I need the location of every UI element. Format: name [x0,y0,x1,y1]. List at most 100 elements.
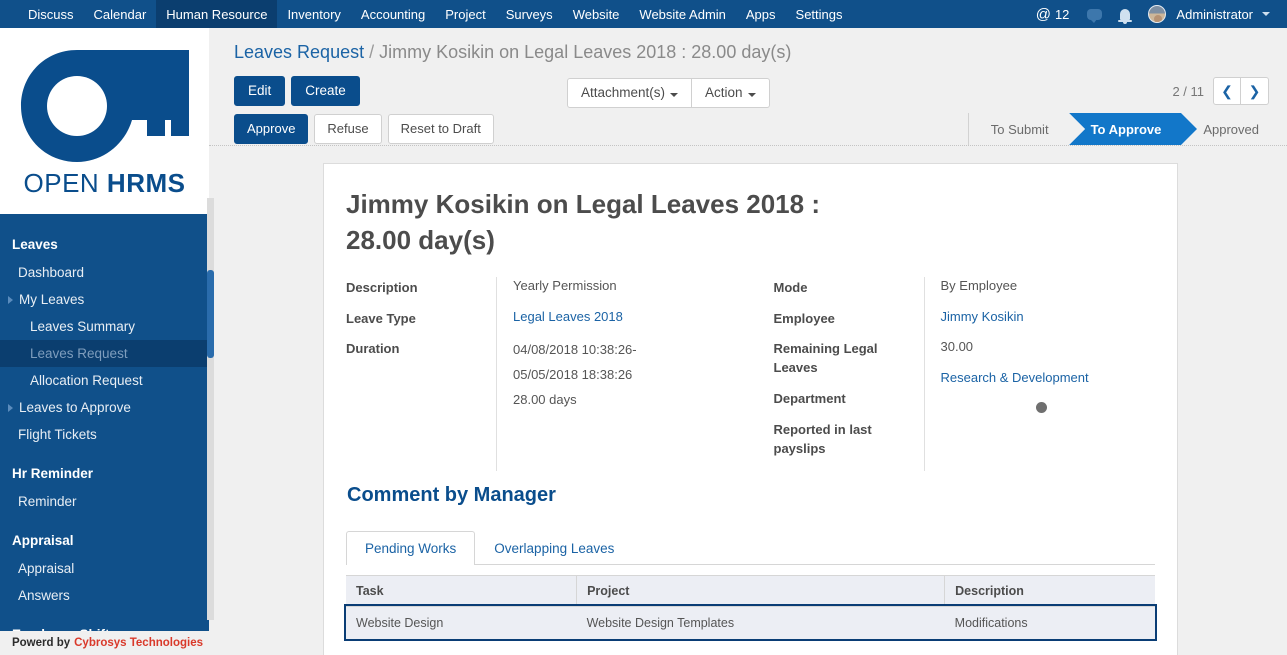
workflow-buttons: Approve Refuse Reset to Draft [234,114,494,144]
user-menu[interactable]: Administrator [1139,5,1279,23]
pager-next-button[interactable]: ❯ [1241,77,1269,105]
nav-item-surveys[interactable]: Surveys [496,0,563,28]
page-title: Jimmy Kosikin on Legal Leaves 2018 : 28.… [346,189,820,256]
activities-button[interactable] [1111,8,1139,24]
tab-overlapping-leaves[interactable]: Overlapping Leaves [475,531,633,565]
status-step-to-submit[interactable]: To Submit [968,113,1085,145]
status-step-to-approve[interactable]: To Approve [1068,113,1198,145]
sidebar-item-dashboard[interactable]: Dashboard [0,259,209,286]
edit-button[interactable]: Edit [234,75,286,107]
table-body: Website Design Website Design Templates … [344,604,1157,641]
pager-previous-button[interactable]: ❮ [1213,77,1241,105]
nav-item-accounting[interactable]: Accounting [351,0,435,28]
sidebar-item-appraisal[interactable]: Appraisal [0,555,209,582]
nav-label: Apps [745,6,776,22]
tab-label: Overlapping Leaves [494,540,615,556]
chevron-down-icon [747,93,756,97]
breadcrumb-parent-link[interactable]: Leaves Request [234,42,364,62]
label-department: Department [773,391,846,407]
pager: 2 / 11 ❮ ❯ [1172,77,1269,105]
key-logo-icon [20,49,189,162]
nav-item-settings[interactable]: Settings [786,0,853,28]
sidebar-item-label: Answers [18,588,70,603]
sidebar-scrollbar-thumb[interactable] [207,270,214,358]
sidebar-item-reminder[interactable]: Reminder [0,488,209,515]
status-pipeline: To Submit To Approve Approved [967,113,1279,145]
sidebar-item-label: My Leaves [19,292,85,307]
avatar [1148,5,1167,23]
control-bar: Edit Create Attachment(s) Action 2 / 11 … [209,69,1287,113]
nav-item-calendar[interactable]: Calendar [84,0,157,28]
sidebar-item-label: Reminder [18,494,77,509]
nav-label: Calendar [93,6,147,22]
value-employee[interactable]: Jimmy Kosikin [941,308,1156,327]
column-header-project[interactable]: Project [576,574,945,607]
sidebar-item-leaves-request[interactable]: Leaves Request [0,340,209,367]
nav-item-human-resource[interactable]: Human Resource [156,0,278,28]
nav-label: Project [445,6,486,22]
column-header-description[interactable]: Description [944,574,1155,607]
nav-item-website-admin[interactable]: Website Admin [629,0,735,28]
sidebar-footer: Powerd by Cybrosys Technologies [0,631,215,655]
table-row[interactable]: Website Design Website Design Templates … [344,604,1157,641]
label-description: Description [346,279,418,295]
refuse-button[interactable]: Refuse [314,114,382,144]
value-department[interactable]: Research & Development [941,369,1156,388]
nav-item-website[interactable]: Website [563,0,630,28]
nav-label: Discuss [28,6,74,22]
sidebar-section-appraisal: Appraisal [12,533,74,548]
tab-pending-works[interactable]: Pending Works [346,530,476,565]
sidebar-item-label: Appraisal [18,561,75,576]
sidebar-scrollbar[interactable] [207,198,214,620]
breadcrumb: Leaves Request / Jimmy Kosikin on Legal Le… [209,28,1287,69]
column-header-task[interactable]: Task [346,574,577,607]
caret-right-icon [8,295,13,304]
nav-item-inventory[interactable]: Inventory [277,0,350,28]
chevron-down-icon [1262,12,1270,16]
cell-task: Website Design [346,605,577,639]
messages-button[interactable] [1078,8,1111,23]
mentions-counter[interactable]: @ 12 [1027,6,1079,23]
sidebar-item-leaves-to-approve[interactable]: Leaves to Approve [0,394,209,421]
toggle-dot-icon[interactable] [1035,402,1047,414]
cell-project: Website Design Templates [576,605,945,639]
status-label: Approved [1203,121,1259,137]
nav-label: Inventory [287,6,341,22]
cell-description: Modifications [944,605,1155,639]
action-dropdown[interactable]: Action [692,78,770,109]
record-sheet: Jimmy Kosikin on Legal Leaves 2018 : 28.… [323,163,1178,655]
sidebar-item-leaves-summary[interactable]: Leaves Summary [0,313,209,340]
comment-by-manager-title: Comment by Manager [347,483,556,506]
attachments-dropdown[interactable]: Attachment(s) [567,78,693,109]
sidebar-menu: Manage Attendances Leaves Dashboard My L… [0,214,209,655]
nav-label: Human Resource [166,6,268,22]
sidebar-menu-inner: Manage Attendances Leaves Dashboard My L… [0,214,209,649]
sidebar-item-answers[interactable]: Answers [0,582,209,609]
status-label: To Submit [990,121,1049,137]
nav-item-project[interactable]: Project [435,0,495,28]
logo-text: OPEN HRMS [24,168,186,199]
top-navbar: Discuss Calendar Human Resource Inventor… [0,0,1287,28]
create-button[interactable]: Create [291,75,360,107]
label-duration: Duration [346,341,400,357]
label-mode: Mode [773,279,808,295]
sidebar-item-my-leaves[interactable]: My Leaves [0,286,209,313]
nav-item-apps[interactable]: Apps [736,0,786,28]
nav-label: Settings [795,6,843,22]
sidebar-item-allocation-request[interactable]: Allocation Request [0,367,209,394]
table-head: Task Project Description [346,574,1155,607]
reset-to-draft-button[interactable]: Reset to Draft [387,114,494,144]
sidebar-item-flight-tickets[interactable]: Flight Tickets [0,421,209,448]
navbar-left-spacer [0,0,18,28]
caret-right-icon [8,403,13,412]
sidebar-logo[interactable]: OPEN HRMS [0,28,209,214]
nav-label: Surveys [505,6,553,22]
table-header-row: Task Project Description [346,574,1155,607]
nav-item-discuss[interactable]: Discuss [18,0,84,28]
sidebar-item-label: Leaves to Approve [19,400,131,415]
approve-button[interactable]: Approve [234,114,309,144]
sidebar-item-label: Leaves Summary [30,319,136,334]
field-values-right: By Employee Jimmy Kosikin 30.00 Research… [923,276,1156,471]
status-bar: Approve Refuse Reset to Draft To Submit … [209,113,1287,146]
value-leave-type[interactable]: Legal Leaves 2018 [513,308,751,327]
